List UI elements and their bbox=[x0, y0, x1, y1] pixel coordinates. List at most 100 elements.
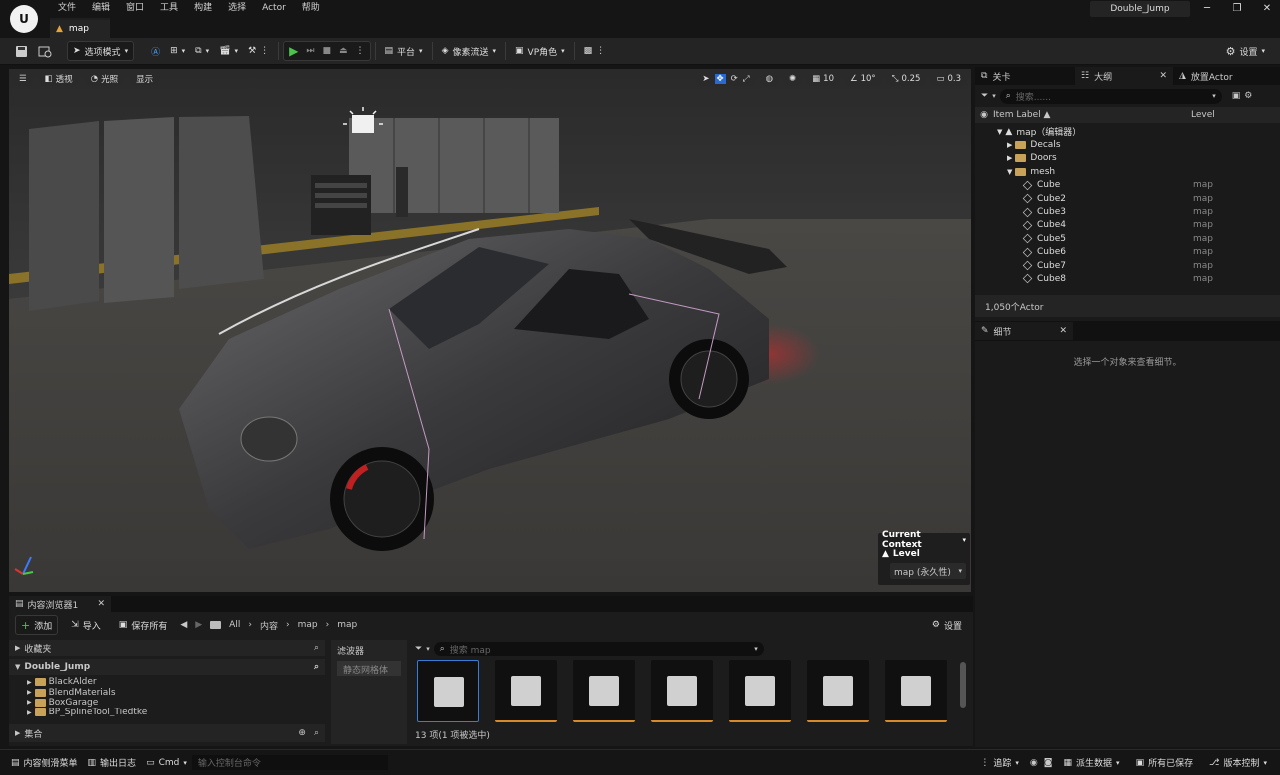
asset-scrollbar[interactable] bbox=[960, 662, 966, 708]
cinematics-button[interactable]: 🎬︎ ▾ bbox=[214, 41, 243, 61]
maximize-button[interactable]: ❐ bbox=[1222, 0, 1252, 18]
step-icon[interactable]: ⏭ bbox=[306, 46, 314, 56]
add-button[interactable]: + 添加 bbox=[15, 615, 59, 635]
level-viewport[interactable]: ☰ ◧ 透视 ◔ 光照 显示 ➤ ✥ ⟳ ⤢ ◍ ✺ ▦ 10 ∠ 10° ⤡ 0.25 … bbox=[9, 69, 971, 592]
add-collection-icon[interactable]: ⊕ bbox=[298, 728, 306, 738]
move-icon[interactable]: ✥ bbox=[714, 74, 726, 84]
menu-tools[interactable]: 工具 bbox=[152, 1, 186, 15]
tree-folder[interactable]: ▶ Decals bbox=[975, 138, 1280, 151]
cb-settings-button[interactable]: ⚙ 设置 bbox=[927, 615, 967, 635]
cb-folder[interactable]: ▶ BoxGarage bbox=[27, 698, 325, 708]
add-actor-button[interactable]: ⊞ ▾ bbox=[165, 41, 190, 61]
tree-item[interactable]: Cube map bbox=[975, 179, 1280, 192]
stop-icon[interactable]: ■ bbox=[322, 46, 331, 56]
pixel-streaming-button[interactable]: ◈ 像素流送 ▾ bbox=[437, 41, 501, 61]
eye-icon[interactable]: ◉ bbox=[975, 110, 993, 120]
asset-thumbnail[interactable] bbox=[651, 660, 713, 722]
close-icon[interactable]: ✕ bbox=[1059, 326, 1067, 336]
filter-icon[interactable]: ⏷ bbox=[415, 644, 422, 654]
close-icon[interactable]: ✕ bbox=[1159, 71, 1167, 81]
add-folder-icon[interactable]: ▣ bbox=[1232, 91, 1241, 101]
gear-icon[interactable]: ⚙ bbox=[1244, 91, 1252, 101]
menu-help[interactable]: 帮助 bbox=[294, 1, 328, 15]
menu-edit[interactable]: 编辑 bbox=[84, 1, 118, 15]
menu-file[interactable]: 文件 bbox=[50, 1, 84, 15]
asset-search[interactable]: ⌕ 搜索 map ▾ bbox=[433, 642, 764, 656]
tree-item[interactable]: Cube7 map bbox=[975, 259, 1280, 272]
scale-snap[interactable]: ⤡ 0.25 bbox=[885, 72, 927, 86]
record-icon[interactable]: ◉ bbox=[1030, 758, 1038, 768]
close-button[interactable]: ✕ bbox=[1252, 0, 1280, 18]
content-drawer-button[interactable]: ▤ 内容侧滑菜单 bbox=[6, 753, 83, 773]
tree-root[interactable]: ▼ ▲ map（编辑器） bbox=[975, 125, 1280, 139]
collections-header[interactable]: ▶ 集合 ⊕ ⌕ bbox=[9, 724, 325, 742]
breadcrumb-map2[interactable]: map bbox=[337, 620, 357, 630]
chevron-down-icon[interactable]: ▾ bbox=[962, 536, 966, 544]
saved-button[interactable]: ▣ 所有已保存 bbox=[1131, 753, 1199, 773]
tab-level[interactable]: ⧉ 关卡 bbox=[975, 67, 1075, 85]
settings-button[interactable]: ⚙ 设置 ▾ bbox=[1221, 41, 1270, 61]
play-icon[interactable]: ▶ bbox=[289, 44, 298, 58]
perspective-button[interactable]: ◧ 透视 bbox=[38, 72, 79, 86]
menu-select[interactable]: 选择 bbox=[220, 1, 254, 15]
col-item-label[interactable]: Item Label ▲ bbox=[993, 110, 1050, 120]
cmd-button[interactable]: ▭ Cmd ▾ bbox=[141, 753, 192, 773]
favorites-header[interactable]: ▶ 收藏夹 ⌕ bbox=[9, 640, 325, 656]
asset-thumbnail[interactable] bbox=[885, 660, 947, 722]
save-all-button[interactable]: ▣ 保存所有 bbox=[114, 615, 173, 635]
lit-button[interactable]: ◔ 光照 bbox=[84, 72, 125, 86]
search-icon[interactable]: ⌕ bbox=[314, 728, 319, 738]
tree-folder[interactable]: ▶ Doors bbox=[975, 152, 1280, 165]
source-control-button[interactable]: ⎇ 版本控制 ▾ bbox=[1204, 753, 1272, 773]
forward-icon[interactable]: ▶ bbox=[195, 620, 202, 630]
mode-selector[interactable]: ➤ 选项模式 ▾ bbox=[67, 41, 135, 61]
camera-icon[interactable]: ◙ bbox=[1044, 758, 1053, 768]
select-arrow-icon[interactable]: ➤ bbox=[702, 74, 709, 84]
menu-window[interactable]: 窗口 bbox=[118, 1, 152, 15]
eject-icon[interactable]: ⏏ bbox=[339, 46, 348, 56]
asset-thumbnail[interactable] bbox=[495, 660, 557, 722]
landscape-icon[interactable]: Ⓐ bbox=[146, 41, 165, 61]
asset-thumbnail[interactable] bbox=[573, 660, 635, 722]
outliner-search-input[interactable]: 搜索...... bbox=[1016, 90, 1051, 103]
grid-snap[interactable]: ▦ 10 bbox=[806, 72, 840, 86]
project-header[interactable]: ▼ Double_Jump ⌕ bbox=[9, 659, 325, 675]
filter-chip[interactable]: 静态网格体 bbox=[337, 661, 401, 676]
tree-item[interactable]: Cube5 map bbox=[975, 232, 1280, 245]
output-log-button[interactable]: ▥ 输出日志 bbox=[83, 753, 142, 773]
rotation-snap[interactable]: ∠ 10° bbox=[843, 72, 882, 86]
context-level-dropdown[interactable]: map (永久性) ▾ bbox=[890, 563, 966, 579]
surface-snap-toggle[interactable]: ✺ bbox=[783, 72, 803, 86]
tree-item[interactable]: Cube8 map bbox=[975, 272, 1280, 285]
outliner-search[interactable]: ⌕ 搜索...... ▾ bbox=[999, 88, 1222, 104]
search-icon[interactable]: ⌕ bbox=[314, 643, 319, 653]
asset-thumbnail[interactable] bbox=[417, 660, 479, 722]
browse-icon[interactable] bbox=[33, 41, 57, 61]
menu-build[interactable]: 构建 bbox=[186, 1, 220, 15]
import-button[interactable]: ⇲ 导入 bbox=[66, 615, 106, 635]
world-local-toggle[interactable]: ◍ bbox=[759, 72, 779, 86]
camera-speed[interactable]: ▭ 0.3 bbox=[930, 72, 967, 86]
vp-role-button[interactable]: ▣ VP角色 ▾ bbox=[510, 41, 570, 61]
derived-data-button[interactable]: ▦ 派生数据 ▾ bbox=[1059, 753, 1125, 773]
rotate-icon[interactable]: ⟳ bbox=[731, 74, 738, 84]
tree-folder[interactable]: ▼ mesh bbox=[975, 165, 1280, 178]
save-icon[interactable] bbox=[10, 41, 33, 61]
multi-user-button[interactable]: ▩ ⋮ bbox=[579, 41, 611, 61]
trace-button[interactable]: ⋮ 追踪 ▾ bbox=[975, 753, 1024, 773]
blueprint-button[interactable]: ⧉ ▾ bbox=[190, 41, 214, 61]
close-icon[interactable]: ✕ bbox=[97, 599, 105, 609]
tree-item[interactable]: Cube3 map bbox=[975, 205, 1280, 218]
console-input[interactable]: 输入控制台命令 bbox=[191, 755, 388, 770]
tab-content-browser[interactable]: ▤ 内容浏览器1 ✕ bbox=[9, 596, 111, 612]
level-tab[interactable]: ▲ map bbox=[50, 18, 110, 38]
build-button[interactable]: ⚒ ⋮ bbox=[243, 41, 274, 61]
cb-folder[interactable]: ▶ BlendMaterials bbox=[27, 687, 325, 698]
cb-folder[interactable]: ▶ BlackAlder bbox=[27, 677, 325, 687]
minimize-button[interactable]: ─ bbox=[1192, 0, 1222, 18]
tab-outliner[interactable]: ☷ 大纲 ✕ bbox=[1075, 67, 1173, 85]
asset-search-input[interactable]: 搜索 map bbox=[450, 643, 491, 656]
tab-place-actor[interactable]: ◮ 放置Actor bbox=[1173, 67, 1239, 85]
col-level[interactable]: Level bbox=[1191, 110, 1215, 120]
scale-icon[interactable]: ⤢ bbox=[743, 74, 750, 84]
